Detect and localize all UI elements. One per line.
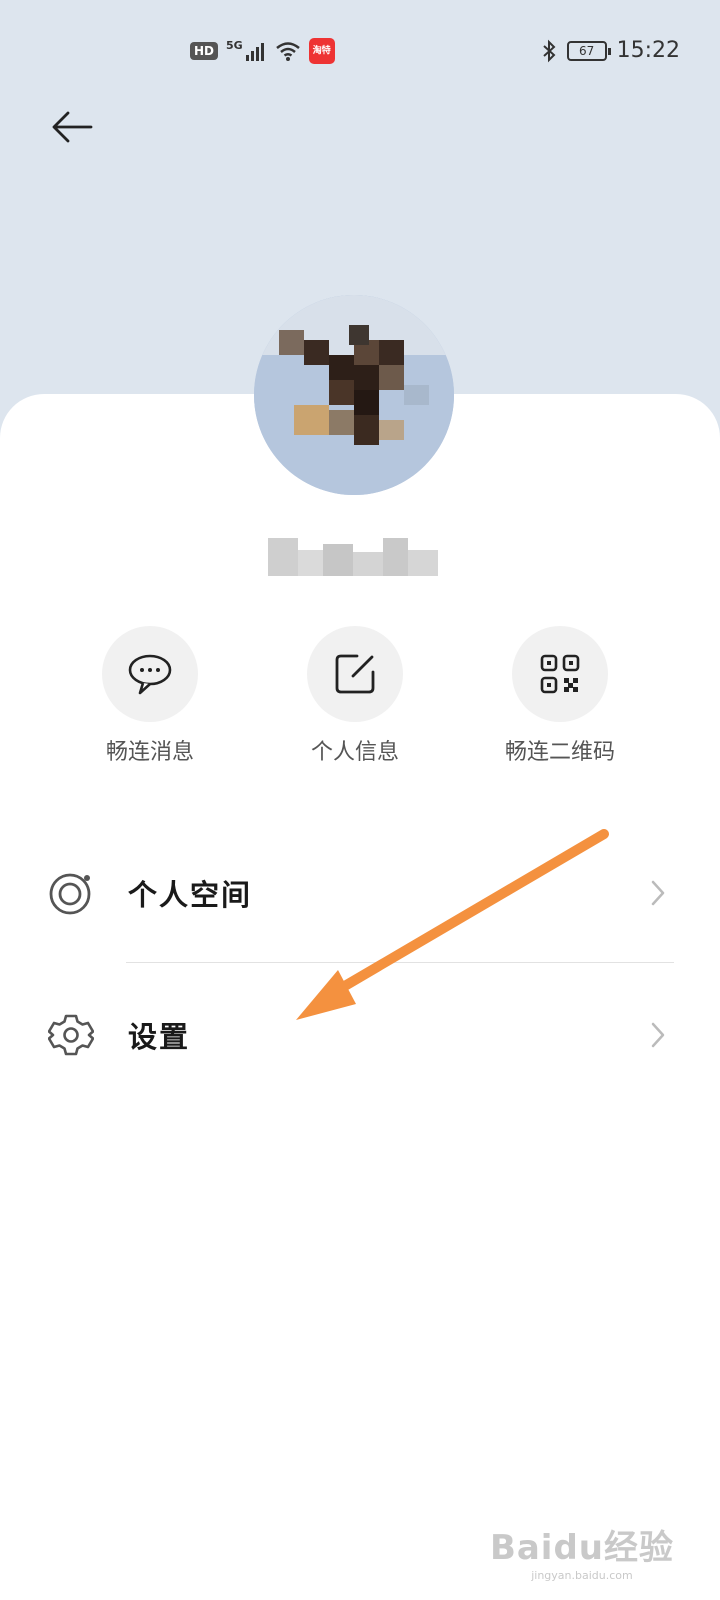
chat-bubble-icon (128, 654, 172, 695)
username-blurred (268, 532, 448, 582)
watermark-url: jingyan.baidu.com (531, 1569, 633, 1582)
gear-icon (48, 1014, 94, 1056)
wifi-icon (275, 42, 300, 61)
watermark-brand: Baidu经验 (489, 1528, 674, 1568)
quick-action-label: 畅连消息 (105, 740, 194, 765)
edit-square-icon (335, 654, 375, 694)
menu-item-personal-space[interactable]: 个人空间 (0, 842, 720, 942)
quick-action-qr-code[interactable]: 畅连二维码 (480, 626, 640, 766)
quick-action-circle (512, 626, 608, 722)
arrow-left-icon (52, 111, 93, 143)
watermark: Baidu经验 jingyan.baidu.com (490, 1520, 674, 1582)
menu-item-settings[interactable]: 设置 (0, 984, 720, 1084)
quick-action-circle (102, 626, 198, 722)
quick-action-personal-info[interactable]: 个人信息 (275, 626, 435, 766)
network-type: 5G (226, 38, 243, 52)
status-bar: HD 5G 淘特 67 15:22 (0, 0, 720, 100)
quick-action-messages[interactable]: 畅连消息 (70, 626, 230, 766)
personal-space-icon (49, 873, 91, 915)
avatar[interactable] (254, 295, 454, 495)
chevron-right-icon (651, 880, 665, 906)
menu-item-label: 设置 (128, 1020, 191, 1054)
quick-action-circle (307, 626, 403, 722)
avatar-eagle-image (254, 295, 454, 495)
quick-actions-row: 畅连消息 个人信息 畅连二维码 (0, 626, 720, 766)
qr-code-icon (540, 654, 580, 694)
app-notification-badge: 淘特 (308, 38, 335, 64)
status-left-group: HD 5G 淘特 (190, 38, 335, 64)
signal-icon (245, 43, 264, 61)
chevron-right-icon (651, 1022, 665, 1048)
quick-action-label: 畅连二维码 (504, 740, 615, 765)
battery-indicator: 67 (566, 40, 611, 61)
quick-action-label: 个人信息 (310, 740, 399, 765)
status-right-group: 67 15:22 (541, 38, 680, 63)
bluetooth-icon (542, 39, 556, 62)
menu-divider (126, 962, 674, 963)
hd-badge: HD (190, 42, 219, 60)
clock: 15:22 (616, 38, 680, 63)
menu-item-label: 个人空间 (128, 878, 253, 912)
blurred-name-image (268, 538, 438, 576)
back-button[interactable] (44, 104, 100, 150)
